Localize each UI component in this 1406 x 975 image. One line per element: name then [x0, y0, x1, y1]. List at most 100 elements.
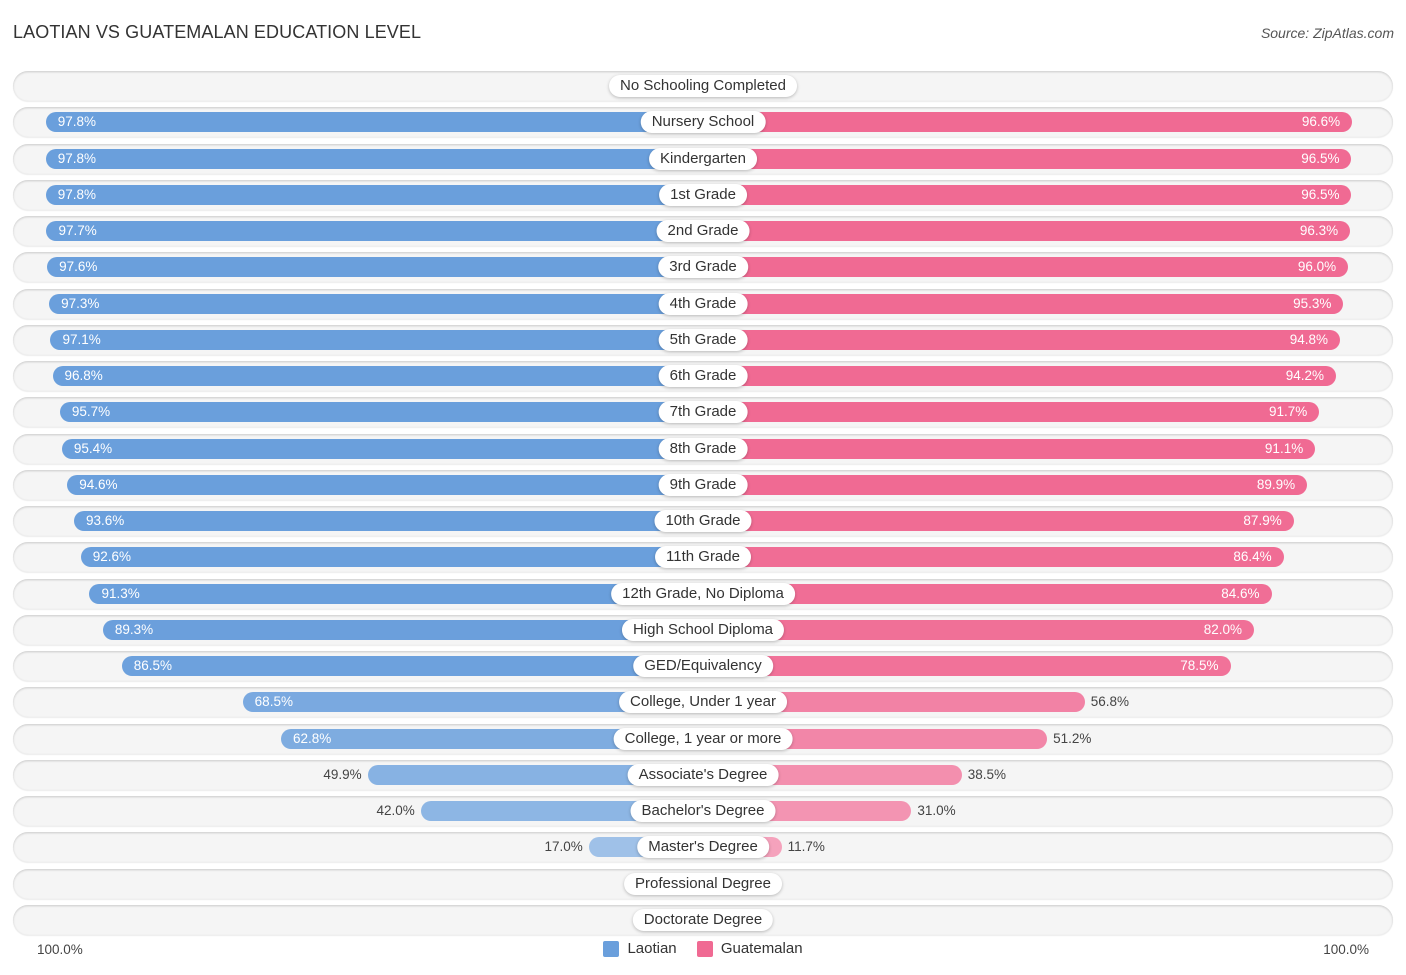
value-label-guatemalan: 96.6%: [1301, 114, 1341, 130]
bar-laotian[interactable]: [102, 619, 703, 640]
bar-laotian[interactable]: [74, 511, 703, 531]
legend-label-guatemalan: Guatemalan: [720, 940, 803, 957]
value-label-laotian: 97.7%: [58, 223, 97, 238]
bar-laotian[interactable]: [45, 184, 703, 205]
category-label: 11th Grade: [655, 546, 751, 569]
value-label-guatemalan: 87.9%: [1243, 513, 1282, 528]
chart-area: 2.2%3.5%No Schooling Completed97.8%96.6%…: [0, 0, 1406, 975]
bar-guatemalan[interactable]: [703, 656, 1231, 676]
value-label-guatemalan: 96.5%: [1301, 186, 1340, 202]
category-label: 9th Grade: [658, 473, 748, 496]
value-label-laotian: 94.6%: [79, 476, 118, 492]
value-label-laotian: 68.5%: [254, 694, 293, 710]
bar-guatemalan[interactable]: [703, 184, 1352, 205]
value-label-guatemalan: 91.1%: [1264, 440, 1304, 456]
bar-laotian[interactable]: [45, 112, 703, 133]
category-label: Master's Degree: [637, 836, 769, 859]
value-label-laotian: 93.6%: [86, 513, 125, 528]
value-label-guatemalan: 78.5%: [1180, 658, 1219, 673]
category-label: Kindergarten: [649, 147, 757, 170]
value-label-laotian: 62.8%: [292, 730, 332, 746]
category-label: GED/Equivalency: [633, 655, 773, 677]
legend: Laotian Guatemalan: [0, 940, 1406, 961]
value-label-laotian: 97.3%: [61, 295, 100, 311]
value-label-guatemalan: 56.8%: [1090, 694, 1129, 710]
bar-guatemalan[interactable]: [703, 257, 1349, 278]
value-label-laotian: 17.0%: [544, 839, 583, 855]
value-label-guatemalan: 51.2%: [1053, 730, 1092, 746]
value-label-guatemalan: 11.7%: [787, 839, 825, 855]
bar-guatemalan[interactable]: [703, 293, 1344, 314]
bar-laotian[interactable]: [121, 656, 703, 676]
value-label-laotian: 92.6%: [92, 549, 131, 565]
category-label: Associate's Degree: [627, 763, 779, 786]
bar-laotian[interactable]: [50, 329, 703, 350]
legend-item-laotian[interactable]: Laotian: [603, 940, 677, 957]
value-label-guatemalan: 94.8%: [1289, 331, 1329, 347]
value-label-laotian: 86.5%: [133, 658, 172, 673]
bar-guatemalan[interactable]: [703, 148, 1352, 169]
value-label-laotian: 89.3%: [114, 621, 154, 637]
value-label-laotian: 97.1%: [62, 331, 101, 347]
bar-guatemalan[interactable]: [703, 511, 1294, 531]
category-label: 5th Grade: [658, 328, 748, 351]
value-label-laotian: 42.0%: [376, 803, 415, 818]
category-label: 1st Grade: [659, 183, 747, 206]
bar-guatemalan[interactable]: [703, 221, 1351, 241]
legend-swatch-laotian: [603, 940, 620, 957]
value-label-laotian: 97.6%: [59, 259, 98, 275]
value-label-laotian: 95.7%: [71, 404, 111, 420]
category-label: 8th Grade: [658, 437, 748, 460]
value-label-guatemalan: 96.3%: [1299, 223, 1339, 238]
bar-laotian[interactable]: [46, 221, 703, 241]
bar-laotian[interactable]: [49, 293, 703, 314]
bar-guatemalan[interactable]: [703, 547, 1284, 568]
category-label: 10th Grade: [654, 510, 752, 532]
category-label: No Schooling Completed: [609, 75, 797, 97]
value-label-guatemalan: 95.3%: [1293, 295, 1332, 311]
category-label: 7th Grade: [658, 401, 748, 424]
bar-guatemalan[interactable]: [703, 366, 1337, 386]
bar-laotian[interactable]: [47, 257, 703, 278]
value-label-guatemalan: 38.5%: [967, 766, 1006, 782]
category-label: 3rd Grade: [658, 256, 748, 279]
bar-guatemalan[interactable]: [703, 402, 1320, 423]
bar-guatemalan[interactable]: [703, 329, 1341, 350]
category-label: Bachelor's Degree: [630, 800, 776, 822]
category-label: Professional Degree: [624, 872, 782, 895]
bar-laotian[interactable]: [59, 402, 703, 423]
value-label-laotian: 97.8%: [57, 186, 97, 202]
value-label-guatemalan: 89.9%: [1256, 476, 1296, 492]
value-label-guatemalan: 82.0%: [1203, 621, 1243, 637]
value-label-guatemalan: 91.7%: [1268, 404, 1308, 420]
bar-laotian[interactable]: [61, 438, 703, 459]
value-label-laotian: 95.4%: [73, 440, 113, 456]
category-label: Nursery School: [640, 111, 766, 134]
value-label-guatemalan: 84.6%: [1221, 585, 1260, 601]
value-label-guatemalan: 86.4%: [1233, 549, 1272, 565]
legend-swatch-guatemalan: [696, 940, 713, 957]
bar-laotian[interactable]: [52, 366, 703, 386]
bar-laotian[interactable]: [80, 547, 703, 568]
value-label-laotian: 97.8%: [57, 150, 97, 166]
value-label-laotian: 49.9%: [323, 766, 362, 782]
value-label-guatemalan: 31.0%: [917, 803, 956, 818]
category-label: High School Diploma: [621, 618, 785, 641]
category-label: College, 1 year or more: [613, 727, 793, 750]
bar-guatemalan[interactable]: [703, 438, 1316, 459]
bar-guatemalan[interactable]: [703, 112, 1353, 133]
value-label-guatemalan: 94.2%: [1285, 368, 1325, 383]
bar-laotian[interactable]: [67, 474, 703, 495]
category-label: 4th Grade: [658, 292, 748, 315]
category-label: 2nd Grade: [656, 220, 750, 242]
legend-item-guatemalan[interactable]: Guatemalan: [696, 940, 803, 957]
value-label-guatemalan: 96.5%: [1301, 150, 1340, 166]
category-label: 12th Grade, No Diploma: [611, 582, 795, 605]
bar-laotian[interactable]: [45, 148, 703, 169]
bar-guatemalan[interactable]: [703, 474, 1308, 495]
category-label: Doctorate Degree: [632, 908, 774, 931]
value-label-laotian: 91.3%: [101, 585, 140, 601]
category-label: College, Under 1 year: [619, 691, 787, 714]
value-label-laotian: 97.8%: [57, 114, 97, 130]
bar-guatemalan[interactable]: [703, 619, 1255, 640]
